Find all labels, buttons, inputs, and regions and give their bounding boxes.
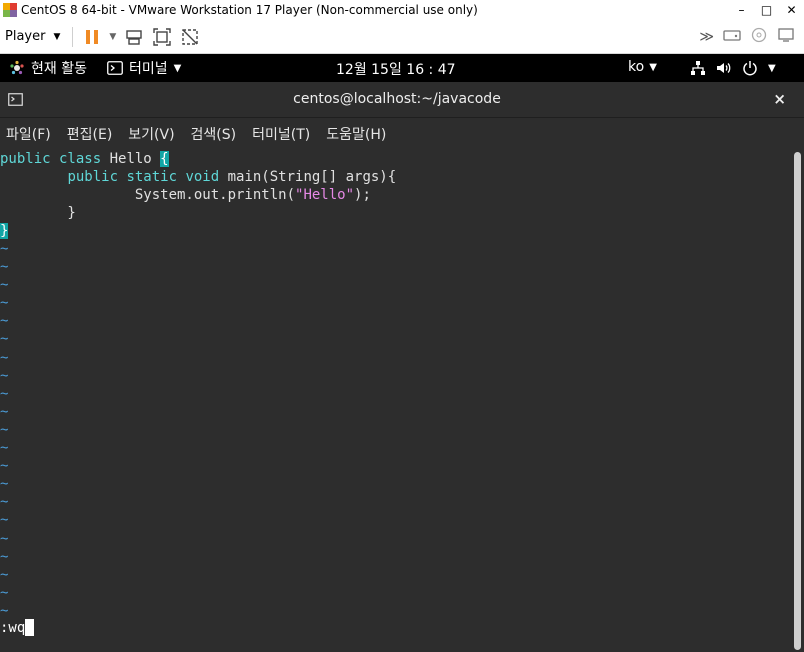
fast-forward-icon[interactable]: ≫: [699, 29, 714, 45]
activities-button[interactable]: 현재 활동: [9, 58, 87, 78]
tilde-marker: ~: [0, 313, 9, 330]
terminal-app-icon: [107, 61, 123, 75]
chevron-down-icon: ▼: [173, 62, 182, 74]
class-name: Hello: [101, 151, 161, 167]
terminal-body[interactable]: public class Hello { public static void …: [0, 150, 804, 652]
close-button[interactable]: ✕: [779, 3, 804, 17]
player-label: Player: [5, 29, 46, 44]
cd-drive-icon[interactable]: [750, 26, 768, 48]
pause-dropdown-icon[interactable]: ▼: [109, 32, 116, 42]
tilde-marker: ~: [0, 349, 9, 366]
toolbar-divider: [72, 26, 74, 47]
menu-terminal[interactable]: 터미널(T): [252, 124, 310, 144]
power-icon: [743, 61, 757, 76]
app-menu-terminal[interactable]: 터미널 ▼: [107, 58, 181, 78]
tilde-marker: ~: [0, 566, 9, 583]
tilde-marker: ~: [0, 548, 9, 565]
tilde-marker: ~: [0, 512, 9, 529]
tilde-marker: ~: [0, 476, 9, 493]
menu-search[interactable]: 검색(S): [191, 124, 237, 144]
menu-file[interactable]: 파일(F): [6, 124, 51, 144]
vmware-title-bar: CentOS 8 64-bit - VMware Workstation 17 …: [0, 0, 804, 20]
matched-brace: }: [0, 223, 9, 239]
maximize-button[interactable]: □: [754, 3, 779, 17]
string-literal: "Hello": [295, 187, 355, 203]
network-adapter-icon[interactable]: [776, 26, 796, 48]
tilde-marker: ~: [0, 584, 9, 601]
tilde-marker: ~: [0, 277, 9, 294]
gnome-logo-icon: [10, 60, 24, 75]
network-icon: [691, 61, 705, 75]
method-call: System.out.println(: [134, 187, 296, 203]
empty-line-markers: ~ ~ ~ ~ ~ ~ ~ ~ ~ ~ ~ ~ ~ ~ ~ ~ ~ ~ ~ ~ …: [0, 240, 8, 620]
code-line: public static void main(String[] args){: [0, 168, 396, 186]
vim-command: :wq: [0, 619, 26, 636]
vim-buffer: public class Hello { public static void …: [0, 150, 396, 240]
close-icon[interactable]: ×: [773, 90, 786, 108]
code-line: System.out.println("Hello");: [0, 186, 396, 204]
unity-icon[interactable]: [180, 27, 200, 47]
send-keys-icon[interactable]: [124, 27, 144, 47]
terminal-header-bar: centos@localhost:~/javacode ×: [0, 82, 804, 118]
activities-label: 현재 활동: [31, 61, 87, 77]
terminal-title: centos@localhost:~/javacode: [293, 91, 501, 107]
chevron-down-icon: ▼: [53, 31, 61, 42]
tilde-marker: ~: [0, 440, 9, 457]
code-line: }: [0, 205, 76, 221]
matched-brace: {: [160, 151, 169, 167]
tilde-marker: ~: [0, 602, 9, 619]
keyword: public static void: [67, 169, 220, 185]
hard-disk-icon[interactable]: [722, 26, 742, 48]
tilde-marker: ~: [0, 530, 9, 547]
tilde-marker: ~: [0, 385, 9, 402]
tilde-marker: ~: [0, 259, 9, 276]
pause-icon[interactable]: [83, 28, 101, 46]
method-signature: main(String[] args){: [219, 169, 397, 185]
chevron-down-icon: ▼: [649, 61, 657, 73]
tilde-marker: ~: [0, 241, 9, 257]
tilde-marker: ~: [0, 403, 9, 420]
fit-guest-icon[interactable]: [152, 27, 172, 47]
code-line: }: [0, 222, 396, 240]
player-menu[interactable]: Player ▼: [5, 29, 60, 44]
menu-view[interactable]: 보기(V): [128, 124, 174, 144]
vmware-app-icon: [3, 3, 17, 17]
text-cursor: [25, 619, 35, 636]
tilde-marker: ~: [0, 458, 9, 475]
window-title: CentOS 8 64-bit - VMware Workstation 17 …: [21, 3, 478, 17]
tilde-marker: ~: [0, 367, 9, 384]
tilde-marker: ~: [0, 331, 9, 348]
keyword: public class: [0, 151, 102, 167]
volume-icon: [717, 63, 731, 73]
code-line: public class Hello {: [0, 150, 396, 168]
chevron-down-icon: ▼: [768, 62, 776, 74]
menu-edit[interactable]: 편집(E): [67, 124, 113, 144]
tilde-marker: ~: [0, 421, 9, 438]
clock[interactable]: 12월 15일 16 : 47: [336, 59, 456, 79]
vim-command-line[interactable]: :wq: [0, 619, 35, 636]
gnome-top-bar: 현재 활동 터미널 ▼ 12월 15일 16 : 47 ko ▼ ▼: [0, 54, 804, 82]
scrollbar[interactable]: [794, 152, 801, 650]
terminal-menubar: 파일(F) 편집(E) 보기(V) 검색(S) 터미널(T) 도움말(H): [0, 118, 804, 150]
tilde-marker: ~: [0, 295, 9, 312]
tilde-marker: ~: [0, 494, 9, 511]
app-menu-label: 터미널: [128, 61, 168, 77]
statement-end: );: [354, 187, 371, 203]
minimize-button[interactable]: –: [729, 3, 754, 17]
system-status-menu[interactable]: ▼: [690, 60, 776, 76]
keyboard-layout-label: ko: [628, 59, 645, 75]
menu-help[interactable]: 도움말(H): [326, 124, 386, 144]
keyboard-layout-menu[interactable]: ko ▼: [628, 59, 657, 75]
vmware-toolbar: Player ▼ ▼ ≫: [0, 20, 804, 54]
